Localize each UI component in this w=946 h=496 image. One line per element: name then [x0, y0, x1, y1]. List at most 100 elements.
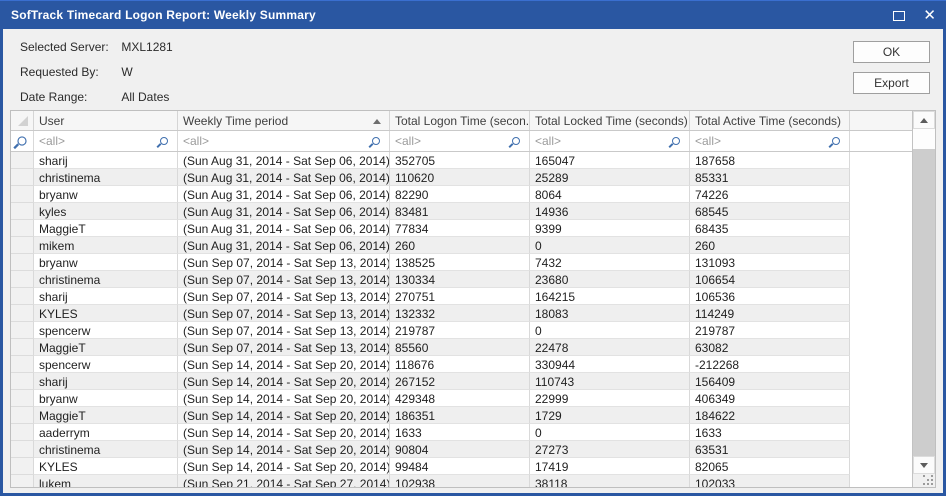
row-selector-cell[interactable]	[11, 458, 34, 475]
cell-user[interactable]: sharij	[34, 373, 178, 390]
cell-period[interactable]: (Sun Sep 14, 2014 - Sat Sep 20, 2014)	[178, 390, 390, 407]
search-icon[interactable]	[672, 137, 680, 145]
row-selector-cell[interactable]	[11, 322, 34, 339]
cell-logon[interactable]: 77834	[390, 220, 530, 237]
cell-locked[interactable]: 165047	[530, 152, 690, 169]
table-row[interactable]: MaggieT(Sun Sep 07, 2014 - Sat Sep 13, 2…	[11, 339, 912, 356]
cell-active[interactable]: 114249	[690, 305, 850, 322]
cell-locked[interactable]: 0	[530, 322, 690, 339]
cell-active[interactable]: 85331	[690, 169, 850, 186]
cell-logon[interactable]: 82290	[390, 186, 530, 203]
cell-logon[interactable]: 429348	[390, 390, 530, 407]
cell-active[interactable]: 63531	[690, 441, 850, 458]
cell-active[interactable]: 106654	[690, 271, 850, 288]
cell-logon[interactable]: 270751	[390, 288, 530, 305]
row-selector-cell[interactable]	[11, 203, 34, 220]
row-selector-cell[interactable]	[11, 254, 34, 271]
cell-user[interactable]: spencerw	[34, 322, 178, 339]
filter-cell-user[interactable]: <all>	[34, 131, 178, 151]
cell-logon[interactable]: 90804	[390, 441, 530, 458]
column-header-locked[interactable]: Total Locked Time (seconds)	[530, 111, 690, 130]
cell-active[interactable]: 68545	[690, 203, 850, 220]
cell-period[interactable]: (Sun Aug 31, 2014 - Sat Sep 06, 2014)	[178, 152, 390, 169]
row-selector-cell[interactable]	[11, 288, 34, 305]
maximize-button[interactable]	[893, 11, 905, 21]
ok-button[interactable]: OK	[853, 41, 930, 63]
cell-logon[interactable]: 352705	[390, 152, 530, 169]
cell-active[interactable]: 156409	[690, 373, 850, 390]
cell-locked[interactable]: 17419	[530, 458, 690, 475]
table-row[interactable]: MaggieT(Sun Aug 31, 2014 - Sat Sep 06, 2…	[11, 220, 912, 237]
table-row[interactable]: christinema(Sun Aug 31, 2014 - Sat Sep 0…	[11, 169, 912, 186]
cell-user[interactable]: christinema	[34, 271, 178, 288]
cell-logon[interactable]: 219787	[390, 322, 530, 339]
cell-user[interactable]: aaderrym	[34, 424, 178, 441]
cell-active[interactable]: 106536	[690, 288, 850, 305]
cell-active[interactable]: 187658	[690, 152, 850, 169]
row-selector-cell[interactable]	[11, 407, 34, 424]
cell-period[interactable]: (Sun Sep 14, 2014 - Sat Sep 20, 2014)	[178, 441, 390, 458]
cell-active[interactable]: -212268	[690, 356, 850, 373]
cell-locked[interactable]: 27273	[530, 441, 690, 458]
row-selector-cell[interactable]	[11, 339, 34, 356]
cell-user[interactable]: bryanw	[34, 186, 178, 203]
filter-cell-period[interactable]: <all>	[178, 131, 390, 151]
cell-logon[interactable]: 118676	[390, 356, 530, 373]
cell-user[interactable]: lukem	[34, 475, 178, 487]
cell-period[interactable]: (Sun Sep 14, 2014 - Sat Sep 20, 2014)	[178, 356, 390, 373]
vertical-scrollbar[interactable]	[912, 111, 935, 487]
cell-locked[interactable]: 110743	[530, 373, 690, 390]
table-row[interactable]: bryanw(Sun Sep 14, 2014 - Sat Sep 20, 20…	[11, 390, 912, 407]
table-row[interactable]: aaderrym(Sun Sep 14, 2014 - Sat Sep 20, …	[11, 424, 912, 441]
row-selector-cell[interactable]	[11, 475, 34, 487]
cell-period[interactable]: (Sun Aug 31, 2014 - Sat Sep 06, 2014)	[178, 186, 390, 203]
export-button[interactable]: Export	[853, 72, 930, 94]
cell-locked[interactable]: 8064	[530, 186, 690, 203]
cell-user[interactable]: MaggieT	[34, 220, 178, 237]
cell-locked[interactable]: 330944	[530, 356, 690, 373]
cell-user[interactable]: christinema	[34, 441, 178, 458]
cell-logon[interactable]: 85560	[390, 339, 530, 356]
cell-period[interactable]: (Sun Sep 07, 2014 - Sat Sep 13, 2014)	[178, 339, 390, 356]
cell-logon[interactable]: 260	[390, 237, 530, 254]
row-selector-cell[interactable]	[11, 169, 34, 186]
cell-logon[interactable]: 110620	[390, 169, 530, 186]
cell-active[interactable]: 102033	[690, 475, 850, 487]
row-selector-cell[interactable]	[11, 220, 34, 237]
cell-period[interactable]: (Sun Sep 07, 2014 - Sat Sep 13, 2014)	[178, 271, 390, 288]
cell-locked[interactable]: 0	[530, 237, 690, 254]
cell-user[interactable]: bryanw	[34, 254, 178, 271]
table-row[interactable]: christinema(Sun Sep 07, 2014 - Sat Sep 1…	[11, 271, 912, 288]
cell-active[interactable]: 219787	[690, 322, 850, 339]
cell-user[interactable]: MaggieT	[34, 339, 178, 356]
row-selector-cell[interactable]	[11, 356, 34, 373]
table-row[interactable]: KYLES(Sun Sep 07, 2014 - Sat Sep 13, 201…	[11, 305, 912, 322]
row-selector-cell[interactable]	[11, 186, 34, 203]
cell-logon[interactable]: 102938	[390, 475, 530, 487]
table-row[interactable]: sharij(Sun Aug 31, 2014 - Sat Sep 06, 20…	[11, 152, 912, 169]
filter-cell-active[interactable]: <all>	[690, 131, 850, 151]
cell-locked[interactable]: 38118	[530, 475, 690, 487]
cell-active[interactable]: 260	[690, 237, 850, 254]
scroll-down-button[interactable]	[913, 456, 935, 474]
cell-period[interactable]: (Sun Sep 14, 2014 - Sat Sep 20, 2014)	[178, 373, 390, 390]
scrollbar-track[interactable]	[913, 149, 935, 456]
cell-active[interactable]: 1633	[690, 424, 850, 441]
cell-locked[interactable]: 9399	[530, 220, 690, 237]
cell-logon[interactable]: 132332	[390, 305, 530, 322]
cell-period[interactable]: (Sun Sep 07, 2014 - Sat Sep 13, 2014)	[178, 288, 390, 305]
cell-logon[interactable]: 267152	[390, 373, 530, 390]
cell-locked[interactable]: 164215	[530, 288, 690, 305]
search-icon[interactable]	[17, 136, 26, 145]
row-selector-cell[interactable]	[11, 237, 34, 254]
cell-locked[interactable]: 14936	[530, 203, 690, 220]
cell-locked[interactable]: 1729	[530, 407, 690, 424]
column-header-active[interactable]: Total Active Time (seconds)	[690, 111, 850, 130]
row-selector-cell[interactable]	[11, 441, 34, 458]
search-icon[interactable]	[512, 137, 520, 145]
search-icon[interactable]	[832, 137, 840, 145]
row-selector-cell[interactable]	[11, 373, 34, 390]
column-header-period[interactable]: Weekly Time period	[178, 111, 390, 130]
row-selector-cell[interactable]	[11, 390, 34, 407]
cell-logon[interactable]: 186351	[390, 407, 530, 424]
